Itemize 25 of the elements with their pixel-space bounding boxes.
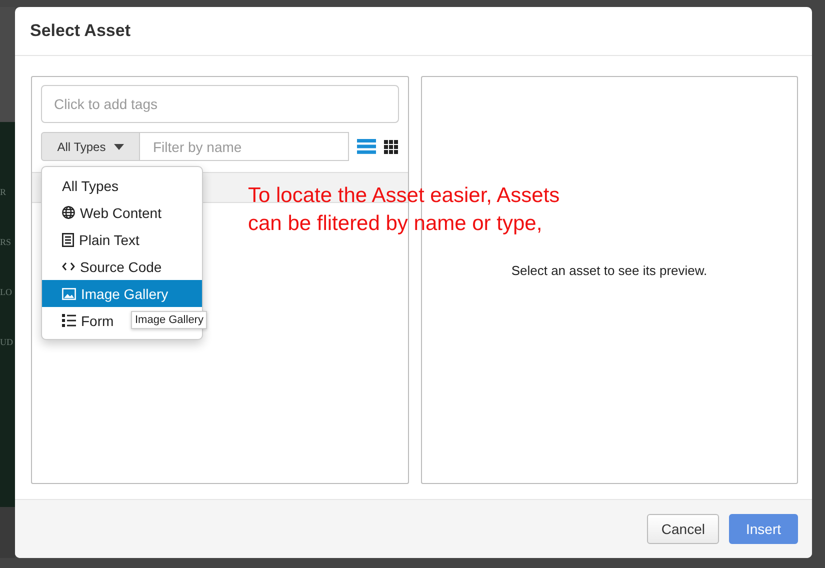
background-text: LO xyxy=(0,287,12,297)
document-icon xyxy=(62,232,74,246)
list-view-icon[interactable] xyxy=(357,139,376,154)
dialog-title: Select Asset xyxy=(30,21,130,41)
image-icon xyxy=(62,288,76,300)
globe-icon xyxy=(62,206,75,219)
background-text: R xyxy=(0,187,6,197)
menu-item[interactable]: Source Code xyxy=(42,253,202,280)
list-icon xyxy=(62,314,76,327)
cancel-button[interactable]: Cancel xyxy=(647,514,719,544)
menu-item[interactable]: All Types xyxy=(42,172,202,199)
background-text: RS xyxy=(0,237,12,247)
menu-item[interactable]: Image Gallery xyxy=(42,280,202,307)
code-icon xyxy=(62,262,75,271)
tags-field[interactable]: Click to add tags xyxy=(41,85,398,123)
background-text: UD xyxy=(0,337,13,347)
grid-view-icon[interactable] xyxy=(384,140,398,154)
caret-icon xyxy=(114,144,124,150)
filter-field[interactable]: Filter by name xyxy=(140,132,349,161)
tooltip: Image Gallery xyxy=(131,311,208,329)
type-dropdown[interactable]: All Types xyxy=(41,132,140,161)
annotation-text: To locate the Asset easier, Assets can be flitered by name or type, xyxy=(248,183,561,237)
preview-message: Select an asset to see its preview. xyxy=(511,262,708,278)
menu-item[interactable]: Plain Text xyxy=(42,226,202,253)
menu-item[interactable]: Web Content xyxy=(42,199,202,226)
